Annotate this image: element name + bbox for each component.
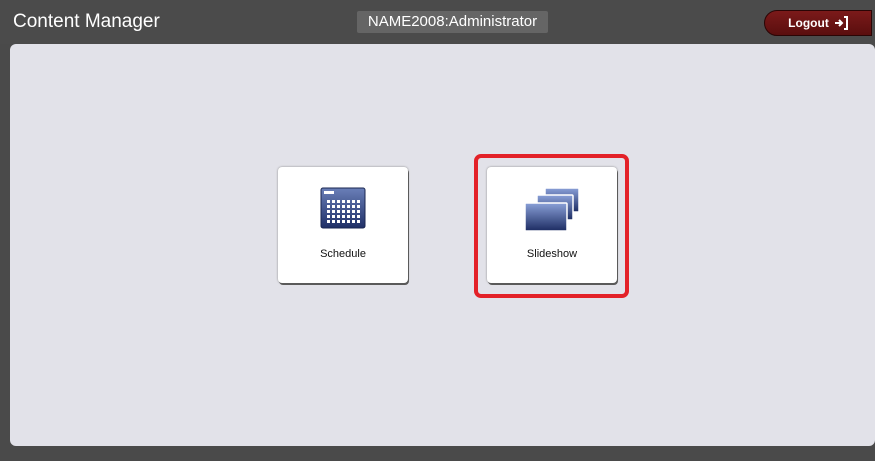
slideshow-label: Slideshow [526, 248, 578, 260]
logout-label: Logout [788, 16, 829, 30]
app-title: Content Manager [13, 11, 160, 32]
slideshow-icon [487, 187, 617, 233]
user-badge: NAME2008:Administrator [357, 11, 548, 33]
logout-icon [834, 16, 848, 30]
calendar-icon [278, 187, 408, 229]
logout-button[interactable]: Logout [764, 10, 872, 36]
slideshow-tile[interactable]: Slideshow [487, 167, 617, 283]
top-bar: Content Manager NAME2008:Administrator L… [0, 0, 875, 44]
schedule-label: Schedule [320, 248, 366, 260]
schedule-tile[interactable]: Schedule [278, 167, 408, 283]
content-panel [10, 44, 875, 446]
